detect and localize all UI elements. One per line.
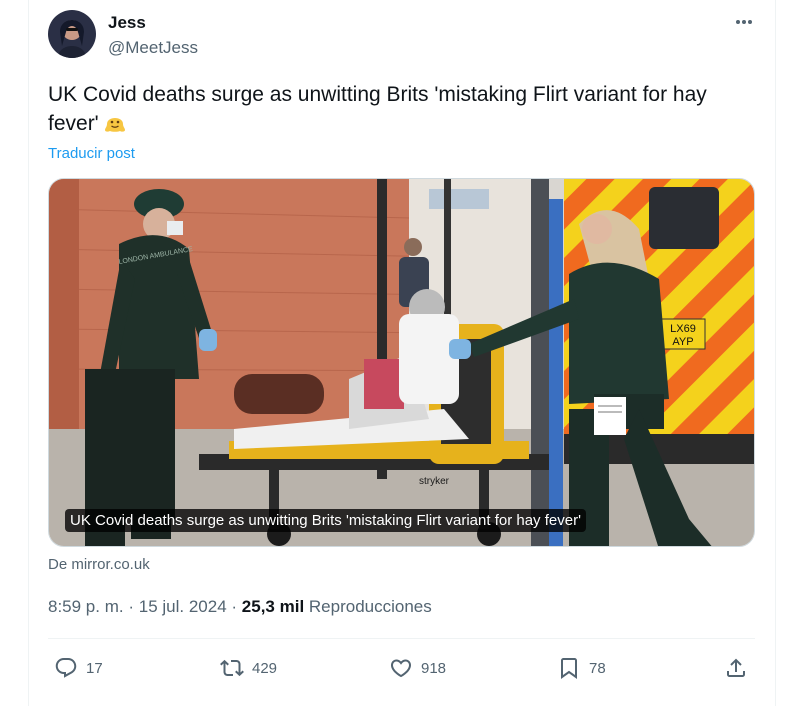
user-handle[interactable]: @MeetJess xyxy=(108,38,198,58)
timeline-border-right xyxy=(775,0,776,706)
views-count: 25,3 mil xyxy=(241,597,305,616)
display-name[interactable]: Jess xyxy=(108,13,146,33)
repost-button[interactable]: 429 xyxy=(220,655,277,681)
tweet-time[interactable]: 8:59 p. m. xyxy=(48,597,124,616)
meta-separator: · xyxy=(128,597,135,616)
tweet-text: UK Covid deaths surge as unwitting Brits… xyxy=(48,80,738,138)
action-bar-divider xyxy=(48,638,755,639)
meta-separator: · xyxy=(231,597,238,616)
heart-icon xyxy=(390,659,412,678)
bookmark-icon xyxy=(561,658,577,679)
media-caption: UK Covid deaths surge as unwitting Brits… xyxy=(65,509,586,532)
avatar[interactable] xyxy=(48,10,96,58)
repost-count: 429 xyxy=(252,659,278,677)
plate-line1: LX69 xyxy=(670,323,696,335)
melting-face-emoji-icon xyxy=(103,111,127,135)
link-source[interactable]: De mirror.co.uk xyxy=(48,556,150,573)
tweet-date[interactable]: 15 jul. 2024 xyxy=(139,597,227,616)
views-label: Reproducciones xyxy=(308,597,432,616)
share-button[interactable] xyxy=(724,655,748,681)
reply-button[interactable]: 17 xyxy=(54,655,103,681)
share-icon xyxy=(727,658,745,677)
translate-post-link[interactable]: Traducir post xyxy=(48,145,135,162)
more-options-icon[interactable] xyxy=(730,10,758,34)
repost-icon xyxy=(220,659,244,677)
plate-line2: AYP xyxy=(672,336,693,348)
like-button[interactable]: 918 xyxy=(389,655,446,681)
bookmark-button[interactable]: 78 xyxy=(557,655,606,681)
reply-count: 17 xyxy=(86,659,103,677)
reply-icon xyxy=(55,658,77,678)
media-image[interactable]: LX69 AYP LONDON AMBULANCE stryker UK Cov… xyxy=(48,178,755,547)
bookmark-count: 78 xyxy=(589,659,606,677)
tweet-meta: 8:59 p. m. · 15 jul. 2024 · 25,3 mil Rep… xyxy=(48,597,432,617)
stretcher-brand: stryker xyxy=(419,476,450,487)
like-count: 918 xyxy=(421,659,447,677)
timeline-border-left xyxy=(28,0,29,706)
tweet-body: UK Covid deaths surge as unwitting Brits… xyxy=(48,83,707,135)
